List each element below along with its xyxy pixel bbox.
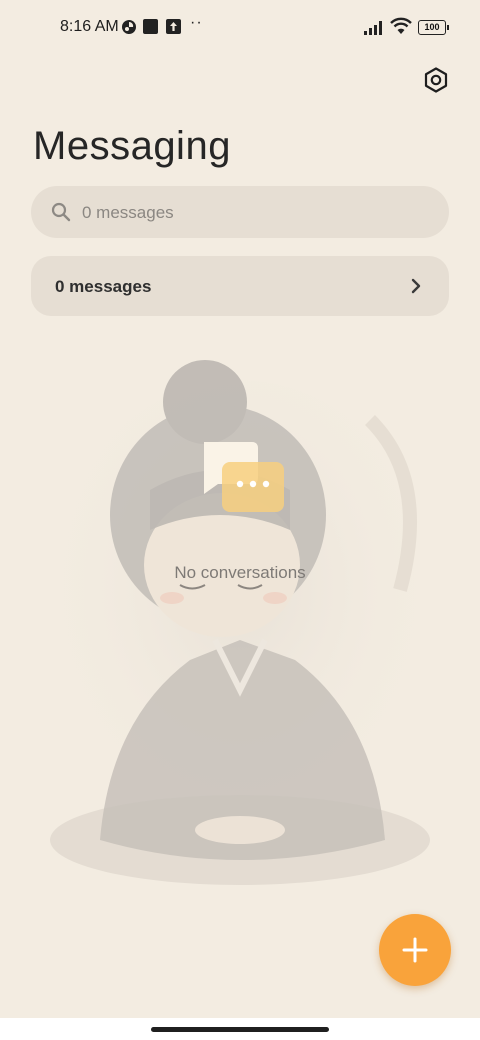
search-input[interactable]: 0 messages [82, 203, 174, 223]
plus-icon [402, 937, 428, 963]
search-bar[interactable]: 0 messages [31, 186, 449, 238]
chat-bubbles-icon [204, 442, 284, 512]
wifi-icon [390, 17, 412, 34]
status-bar: 8:16 AM ·· 100 [0, 0, 480, 56]
new-conversation-button[interactable] [379, 914, 451, 986]
search-icon [51, 202, 71, 222]
square-icon [143, 19, 158, 34]
chevron-right-icon [411, 278, 421, 294]
status-time: 8:16 AM [60, 18, 119, 35]
settings-hexagon-icon[interactable] [422, 66, 450, 94]
home-indicator[interactable] [151, 1027, 329, 1032]
empty-state-text: No conversations [174, 563, 306, 582]
messages-row-label: 0 messages [55, 277, 152, 296]
messages-row[interactable]: 0 messages [31, 256, 449, 316]
background-illustration [40, 360, 450, 900]
battery-icon: 100 [418, 20, 449, 35]
compass-icon [122, 20, 136, 34]
page-title: Messaging [33, 124, 231, 168]
signal-icon [364, 21, 382, 35]
more-dots-icon: ·· [190, 14, 203, 31]
upload-icon [166, 19, 181, 34]
